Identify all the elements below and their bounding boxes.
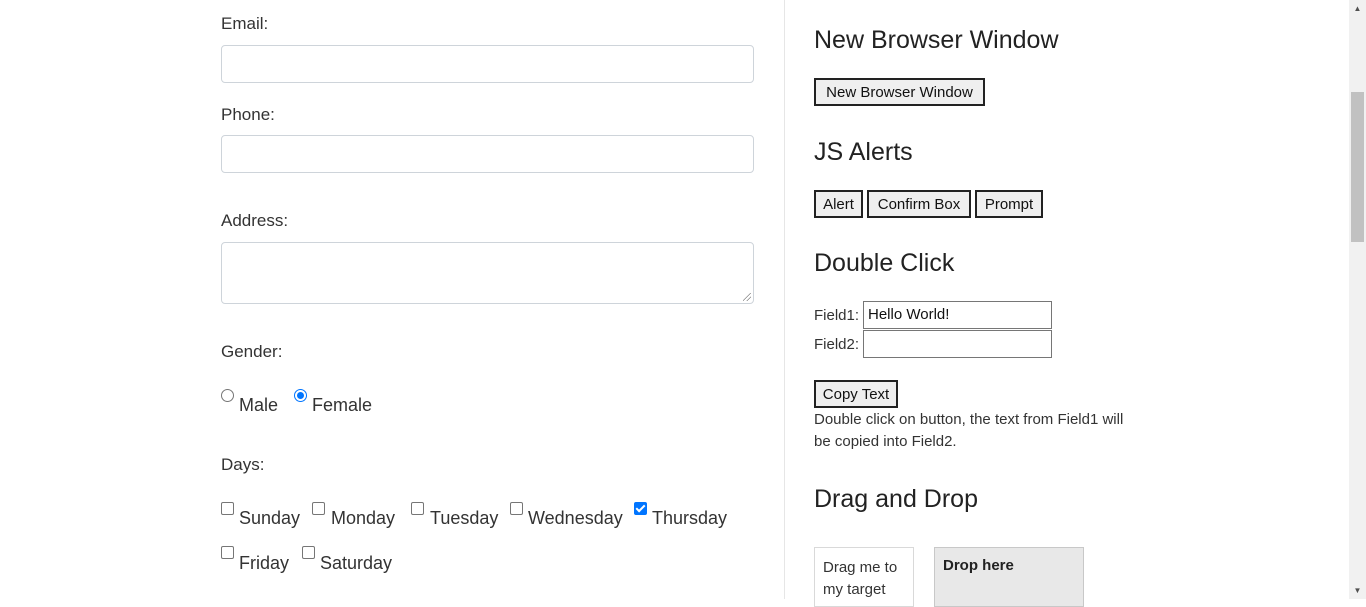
field1-label: Field1: — [814, 307, 860, 324]
page-scrollbar[interactable]: ▲ ▼ — [1349, 0, 1366, 599]
days-label: Days: — [221, 455, 265, 474]
column-divider — [784, 0, 785, 599]
gender-label: Gender: — [221, 342, 283, 361]
day-label-saturday: Saturday — [320, 553, 393, 573]
day-checkbox-sunday[interactable] — [221, 502, 234, 515]
day-label-thursday: Thursday — [652, 508, 728, 528]
day-checkbox-friday[interactable] — [221, 546, 234, 559]
new-window-heading: New Browser Window — [814, 26, 1059, 54]
day-label-sunday: Sunday — [239, 508, 301, 528]
day-label-friday: Friday — [239, 553, 290, 573]
day-label-monday: Monday — [331, 508, 396, 528]
day-checkbox-tuesday[interactable] — [411, 502, 424, 515]
double-click-heading: Double Click — [814, 249, 955, 277]
alert-button[interactable]: Alert — [814, 190, 863, 218]
day-checkbox-thursday[interactable] — [634, 502, 647, 515]
copy-instructions: Double click on button, the text from Fi… — [814, 411, 1124, 450]
phone-label: Phone: — [221, 105, 275, 124]
field2-label: Field2: — [814, 336, 860, 353]
gender-radio-female[interactable] — [294, 389, 307, 402]
field2-input[interactable] — [863, 330, 1052, 358]
email-label: Email: — [221, 14, 269, 33]
day-checkbox-wednesday[interactable] — [510, 502, 523, 515]
copy-text-button[interactable]: Copy Text — [814, 380, 898, 408]
droppable-box[interactable]: Drop here — [934, 547, 1084, 607]
scroll-thumb[interactable] — [1351, 92, 1364, 242]
confirm-box-button[interactable]: Confirm Box — [867, 190, 971, 218]
day-label-wednesday: Wednesday — [528, 508, 623, 528]
resize-grip-icon[interactable] — [743, 293, 751, 301]
gender-option-male-label: Male — [239, 395, 279, 415]
draggable-box[interactable]: Drag me to my target — [814, 547, 914, 607]
scroll-down-arrow-icon[interactable]: ▼ — [1349, 582, 1366, 599]
field1-input[interactable]: Hello World! — [863, 301, 1052, 329]
day-label-tuesday: Tuesday — [430, 508, 499, 528]
js-alerts-heading: JS Alerts — [814, 138, 913, 166]
email-input[interactable] — [221, 45, 754, 83]
phone-input[interactable] — [221, 135, 754, 173]
day-checkbox-saturday[interactable] — [302, 546, 315, 559]
address-textarea[interactable] — [221, 242, 754, 304]
prompt-button[interactable]: Prompt — [975, 190, 1043, 218]
drag-drop-heading: Drag and Drop — [814, 485, 978, 513]
day-checkbox-monday[interactable] — [312, 502, 325, 515]
gender-option-female-label: Female — [312, 395, 373, 415]
scroll-up-arrow-icon[interactable]: ▲ — [1349, 0, 1366, 17]
new-browser-window-button[interactable]: New Browser Window — [814, 78, 985, 106]
address-label: Address: — [221, 211, 289, 230]
gender-radio-male[interactable] — [221, 389, 234, 402]
